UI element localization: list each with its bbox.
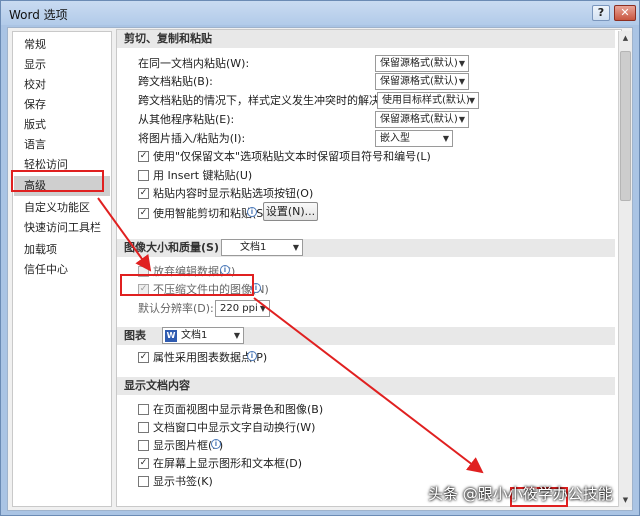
drawings-textboxes-checkbox[interactable]: ✓ [138, 458, 149, 469]
dialog-body: 常规 显示 校对 保存 版式 语言 轻松访问 高级 自定义功能区 快速访问工具栏… [7, 27, 633, 511]
smart-cut-checkbox[interactable]: ✓ [138, 208, 149, 219]
sidebar-item-layout[interactable]: 版式 [14, 115, 110, 135]
paste-settings-button[interactable]: 设置(N)... [263, 202, 318, 221]
dropdown-arrow-icon: ▼ [458, 59, 465, 68]
dropdown-arrow-icon: ▼ [458, 115, 465, 124]
info-icon: i [247, 351, 257, 361]
word-options-window: Word 选项 ? ✕ 常规 显示 校对 保存 版式 语言 轻松访问 高级 自定… [0, 0, 640, 516]
dropdown-arrow-icon: ▼ [458, 77, 465, 86]
sidebar-item-advanced[interactable]: 高级 [14, 176, 110, 196]
insert-picture-value: 嵌入型 [380, 133, 410, 144]
keep-bullets-checkbox[interactable]: ✓ [138, 151, 149, 162]
sidebar-item-addins[interactable]: 加载项 [14, 240, 110, 260]
title-bar: Word 选项 ? ✕ [1, 1, 639, 25]
insert-key-checkbox[interactable] [138, 170, 149, 181]
default-resolution-label: 默认分辨率(D): [138, 302, 214, 315]
show-background-label: 在页面视图中显示背景色和图像(B) [153, 403, 324, 416]
image-doc-value: 文档1 [240, 242, 267, 253]
same-doc-paste-value: 保留源格式(默认) [380, 58, 458, 69]
no-compress-checkbox[interactable]: ✓ [138, 284, 149, 295]
scroll-up-icon[interactable]: ▲ [619, 31, 632, 45]
dropdown-arrow-icon: ▼ [468, 96, 475, 105]
sidebar-item-proofing[interactable]: 校对 [14, 75, 110, 95]
insert-key-label: 用 Insert 键粘贴(U) [153, 169, 253, 182]
sidebar-item-display[interactable]: 显示 [14, 55, 110, 75]
show-bookmarks-label: 显示书签(K) [153, 475, 213, 488]
scroll-thumb[interactable] [620, 51, 631, 201]
info-icon: i [211, 439, 221, 449]
sidebar-item-trust-center[interactable]: 信任中心 [14, 260, 110, 280]
cross-doc-paste-select[interactable]: 保留源格式(默认) ▼ [375, 73, 469, 90]
same-doc-paste-label: 在同一文档内粘贴(W): [138, 57, 250, 70]
dropdown-arrow-icon: ▼ [292, 243, 299, 252]
same-doc-paste-select[interactable]: 保留源格式(默认) ▼ [375, 55, 469, 72]
style-conflict-select[interactable]: 使用目标样式(默认) ▼ [377, 92, 479, 109]
sidebar-item-customize-ribbon[interactable]: 自定义功能区 [14, 198, 110, 218]
section-image-heading: 图像大小和质量(S) [117, 239, 615, 257]
insert-picture-select[interactable]: 嵌入型 ▼ [375, 130, 453, 147]
info-icon: i [220, 265, 230, 275]
show-paste-options-label: 粘贴内容时显示粘贴选项按钮(O) [153, 187, 314, 200]
chart-properties-checkbox[interactable]: ✓ [138, 352, 149, 363]
window-title: Word 选项 [9, 8, 68, 22]
scroll-down-icon[interactable]: ▼ [619, 493, 632, 507]
discard-edit-data-checkbox[interactable] [138, 266, 149, 277]
sidebar-item-language[interactable]: 语言 [14, 135, 110, 155]
image-doc-select[interactable]: 文档1 ▼ [221, 239, 303, 256]
sidebar-nav: 常规 显示 校对 保存 版式 语言 轻松访问 高级 自定义功能区 快速访问工具栏… [12, 31, 112, 507]
options-panel: 剪切、复制和粘贴 在同一文档内粘贴(W): 保留源格式(默认) ▼ 跨文档粘贴(B… [116, 29, 622, 507]
style-conflict-value: 使用目标样式(默认) [382, 95, 470, 106]
other-program-paste-value: 保留源格式(默认) [380, 114, 458, 125]
drawings-textboxes-label: 在屏幕上显示图形和文本框(D) [153, 457, 303, 470]
section-display-heading: 显示文档内容 [117, 377, 615, 395]
resolution-value: 220 ppi [220, 303, 258, 314]
watermark-text: 头条 @跟小小筱学办公技能 [428, 485, 613, 503]
dropdown-arrow-icon: ▼ [233, 331, 240, 340]
show-background-checkbox[interactable] [138, 404, 149, 415]
chart-heading-label: 图表 [124, 329, 146, 342]
info-icon: i [247, 207, 257, 217]
cross-doc-paste-value: 保留源格式(默认) [380, 76, 458, 87]
dropdown-arrow-icon: ▼ [259, 304, 266, 313]
section-paste-heading: 剪切、复制和粘贴 [117, 30, 615, 48]
chart-doc-value: 文档1 [181, 330, 208, 341]
sidebar-item-general[interactable]: 常规 [14, 35, 110, 55]
info-icon: i [251, 283, 261, 293]
sidebar-item-save[interactable]: 保存 [14, 95, 110, 115]
image-heading-label: 图像大小和质量(S) [124, 241, 219, 254]
help-button[interactable]: ? [592, 5, 610, 21]
other-program-paste-label: 从其他程序粘贴(E): [138, 113, 235, 126]
show-bookmarks-checkbox[interactable] [138, 476, 149, 487]
sidebar-item-accessibility[interactable]: 轻松访问 [14, 155, 110, 175]
resolution-select[interactable]: 220 ppi ▼ [215, 300, 270, 317]
keep-bullets-label: 使用"仅保留文本"选项粘贴文本时保留项目符号和编号(L) [153, 150, 431, 163]
cross-doc-paste-label: 跨文档粘贴(B): [138, 75, 213, 88]
close-button[interactable]: ✕ [614, 5, 636, 21]
vertical-scrollbar[interactable]: ▲ ▼ [618, 31, 632, 507]
other-program-paste-select[interactable]: 保留源格式(默认) ▼ [375, 111, 469, 128]
text-wrap-checkbox[interactable] [138, 422, 149, 433]
insert-picture-label: 将图片插入/粘贴为(I): [138, 132, 246, 145]
show-paste-options-checkbox[interactable]: ✓ [138, 188, 149, 199]
sidebar-item-quick-access-toolbar[interactable]: 快速访问工具栏 [14, 218, 110, 238]
picture-placeholder-checkbox[interactable] [138, 440, 149, 451]
word-document-icon: W [165, 330, 177, 342]
text-wrap-label: 文档窗口中显示文字自动换行(W) [153, 421, 316, 434]
dropdown-arrow-icon: ▼ [442, 134, 449, 143]
